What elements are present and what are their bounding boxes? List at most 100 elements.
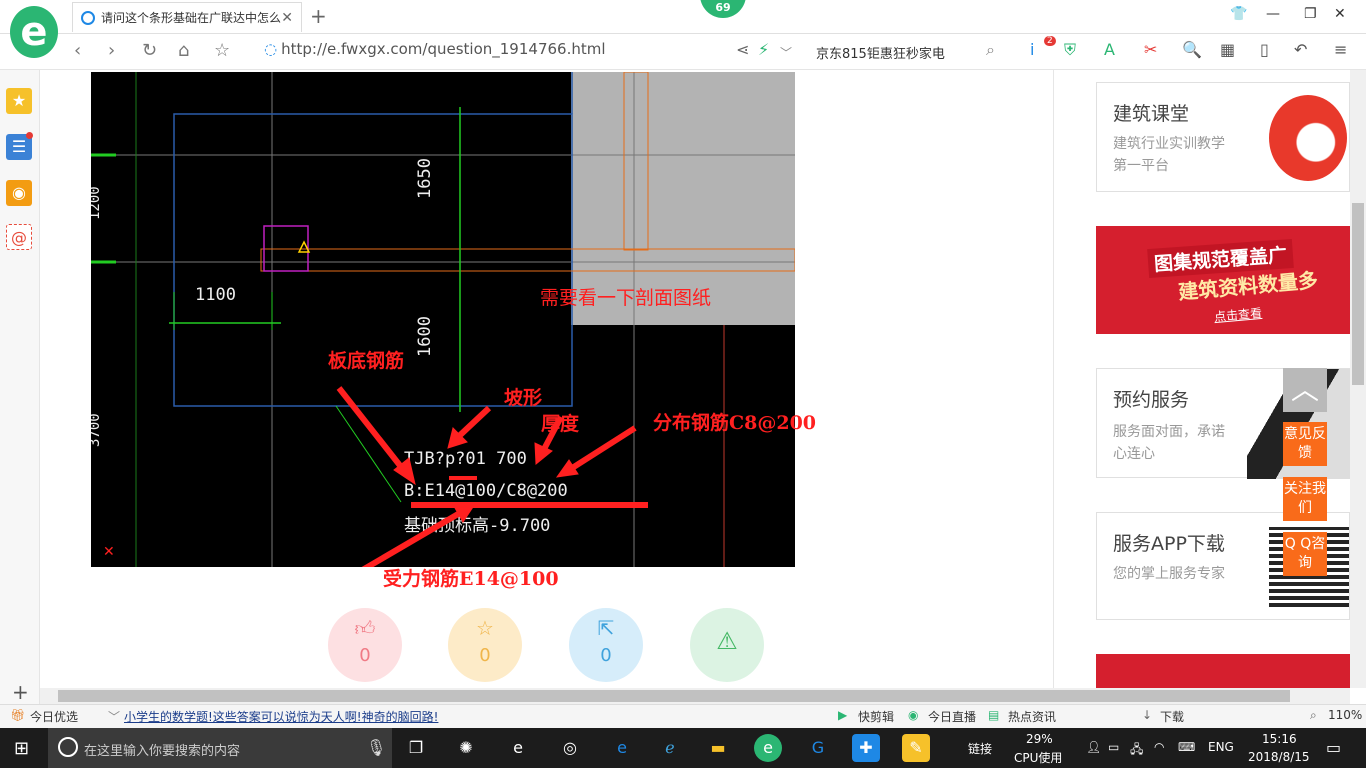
vertical-scroll-thumb[interactable] <box>1352 203 1364 385</box>
task-view-icon[interactable]: ❐ <box>402 734 430 762</box>
report-button[interactable]: ⚠ <box>690 608 764 682</box>
clock-time[interactable]: 15:16 <box>1262 732 1297 746</box>
live-icon: ◉ <box>908 708 919 722</box>
like-button[interactable]: 👍︎ 0 <box>328 608 402 682</box>
windows-start-icon[interactable]: ⊞ <box>14 738 29 759</box>
clip-icon: ▶ <box>838 708 848 722</box>
download-icon: ↓ <box>1142 708 1153 722</box>
apps-icon[interactable]: ▦ <box>1220 40 1235 59</box>
star-outline-icon: ☆ <box>476 616 494 640</box>
battery-icon[interactable]: ▭ <box>1108 740 1119 754</box>
new-tab-button[interactable]: + <box>310 4 327 28</box>
email-icon[interactable]: @ <box>6 224 32 250</box>
action-center-icon[interactable]: ▭ <box>1326 738 1341 757</box>
browser-tab[interactable]: 请问这个条形基础在广联达中怎么 ✕ <box>72 2 302 32</box>
follow-us-button[interactable]: 关注我们 <box>1283 477 1327 521</box>
shield-icon[interactable]: ⛨ <box>1064 40 1076 60</box>
ext-icon[interactable]: ⅰ <box>1030 40 1034 59</box>
g-app-icon[interactable]: G <box>804 734 832 762</box>
address-toolbar <box>0 34 1366 70</box>
ie-icon[interactable]: ℯ <box>656 734 684 762</box>
menu-icon[interactable]: ≡ <box>1334 40 1347 59</box>
hot-news-link[interactable]: 热点资讯 <box>1008 708 1056 725</box>
edge-icon[interactable]: e <box>608 734 636 762</box>
magnifier-icon[interactable]: 🔍 <box>1182 40 1202 59</box>
card-classroom-title: 建筑课堂 <box>1113 103 1190 125</box>
quick-clip-link[interactable]: 快剪辑 <box>858 708 894 725</box>
home-icon[interactable]: ⌂ <box>178 40 189 61</box>
like-count: 0 <box>359 645 371 666</box>
wifi-icon[interactable]: ◠ <box>1154 740 1164 754</box>
chevron-down-icon[interactable]: ﹀ <box>780 44 792 61</box>
share-button[interactable]: ⇱ 0 <box>569 608 643 682</box>
tab-close-icon[interactable]: ✕ <box>281 10 293 26</box>
qq-consult-button[interactable]: Q Q咨询 <box>1283 532 1327 576</box>
shirt-skin-icon[interactable]: 👕 <box>1230 6 1247 22</box>
horizontal-scroll-thumb[interactable] <box>58 690 1290 702</box>
zoom-icon: ⌕ <box>1310 708 1317 722</box>
360-browser-icon[interactable]: e <box>754 734 782 762</box>
flash-icon[interactable]: ⚡ <box>758 40 769 59</box>
undo-icon[interactable]: ↶ <box>1294 40 1307 59</box>
browser-logo-icon[interactable]: e <box>10 6 58 58</box>
headline-link[interactable]: 小学生的数学题!这些答案可以说惊为天人啊!神奇的脑回路! <box>124 708 438 725</box>
taskbar-search-input[interactable]: 在这里输入你要搜索的内容 <box>48 728 392 768</box>
feedback-button[interactable]: 意见反馈 <box>1283 422 1327 466</box>
translate-icon[interactable]: A <box>1104 40 1115 59</box>
note-thickness: 厚度 <box>541 413 580 435</box>
language-indicator[interactable]: ENG <box>1208 740 1234 754</box>
add-sidebar-icon[interactable]: + <box>12 680 29 704</box>
note-main-bar: 受力钢筋E14@100 <box>383 568 559 590</box>
folder-icon[interactable]: ▬ <box>704 734 732 762</box>
close-window-button[interactable]: ✕ <box>1334 6 1346 22</box>
search-icon[interactable]: ⌕ <box>986 40 995 60</box>
spiral-app-icon[interactable]: ◎ <box>556 734 584 762</box>
network-icon[interactable]: 🖧︎ <box>1130 740 1143 761</box>
notes-app-icon[interactable]: ✎ <box>902 734 930 762</box>
refresh-icon[interactable]: ↻ <box>142 40 157 61</box>
microphone-icon[interactable]: 🎙︎ <box>366 738 386 757</box>
restore-button[interactable]: ❐ <box>1304 6 1317 22</box>
people-icon[interactable]: 👤︎ <box>1086 740 1101 754</box>
scissors-icon[interactable]: ✂ <box>1144 40 1157 59</box>
minimize-button[interactable]: — <box>1266 6 1280 22</box>
star-icon[interactable]: ☆ <box>214 40 230 61</box>
weibo-icon[interactable]: ◉ <box>6 180 32 206</box>
favorite-button[interactable]: ☆ 0 <box>448 608 522 682</box>
plus-app-icon[interactable]: ✚ <box>852 734 880 762</box>
thumbs-up-icon: 👍︎ <box>354 616 376 640</box>
banner-cta[interactable]: 点击查看 <box>1213 304 1263 325</box>
left-sidebar <box>0 70 40 706</box>
browser-e-icon[interactable]: e <box>504 734 532 762</box>
site-info-icon[interactable]: ◌ <box>264 40 277 58</box>
news-icon: ▤ <box>988 708 1000 722</box>
note-bottom-bar: 板底钢筋 <box>328 350 405 372</box>
reader-icon[interactable]: ▯ <box>1260 40 1269 59</box>
pinwheel-icon[interactable]: ✺ <box>452 734 480 762</box>
forward-icon[interactable]: › <box>108 40 115 61</box>
back-to-top-button[interactable]: ︿ <box>1283 368 1327 412</box>
search-input[interactable]: 京东815钜惠狂秒家电 <box>816 40 1006 64</box>
atlas-banner[interactable]: 图集规范覆盖广 建筑资料数量多 点击查看 <box>1096 226 1350 334</box>
cad-drawing-svg: 1650 1600 1100 1200 3700 TJB?p?01 700 B:… <box>91 72 795 567</box>
note-slope: 坡形 <box>504 387 543 409</box>
share-icon[interactable]: ⋖ <box>736 40 749 59</box>
address-bar[interactable]: ◌ http://e.fwxgx.com/question_1914766.htm… <box>264 40 606 58</box>
download-link[interactable]: 下载 <box>1160 708 1184 725</box>
note-distribution-bar: 分布钢筋C8@200 <box>653 412 817 434</box>
tab-favicon-icon <box>81 10 95 25</box>
favorites-star-icon[interactable]: ★ <box>6 88 32 114</box>
back-icon[interactable]: ‹ <box>74 40 81 61</box>
promo-banner-partial[interactable] <box>1096 654 1350 688</box>
today-picks-link[interactable]: 今日优选 <box>30 708 78 725</box>
classroom-logo-icon <box>1269 95 1347 181</box>
dim-1650-text: 1650 <box>415 158 435 199</box>
live-link[interactable]: 今日直播 <box>928 708 976 725</box>
links-toolbar[interactable]: 链接 <box>968 740 992 757</box>
column-divider <box>1053 70 1054 688</box>
card-classroom[interactable]: 建筑课堂 建筑行业实训教学第一平台 <box>1096 82 1350 192</box>
clock-date[interactable]: 2018/8/15 <box>1248 750 1310 764</box>
keyboard-icon[interactable]: ⌨ <box>1178 740 1195 754</box>
zoom-level[interactable]: 110% <box>1328 708 1362 722</box>
dim-3700-text: 3700 <box>91 413 103 447</box>
